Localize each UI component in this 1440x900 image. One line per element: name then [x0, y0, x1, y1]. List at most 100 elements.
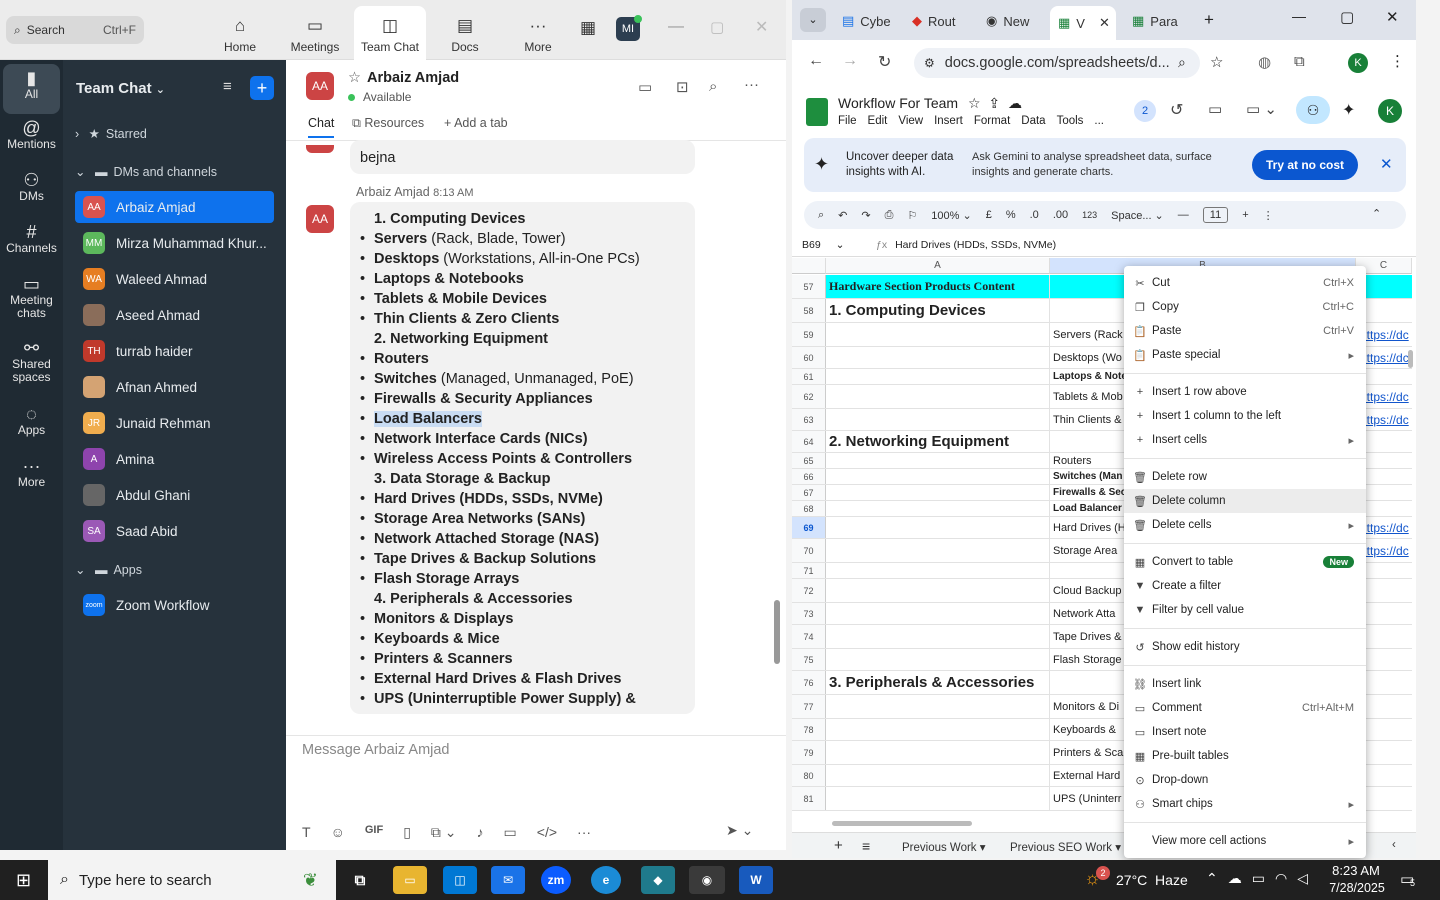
menu-item-delete-cells[interactable]: 🗑 Delete cells ▸: [1124, 513, 1366, 537]
currency-button[interactable]: £: [986, 209, 992, 221]
cell-a[interactable]: [826, 765, 1050, 786]
contact-item[interactable]: Afnan Ahmed: [75, 371, 274, 403]
zoom-lens-icon[interactable]: ⌕: [1178, 54, 1186, 71]
contact-item[interactable]: SA Saad Abid: [75, 515, 274, 547]
meet-icon[interactable]: ▭ ⌄: [1246, 100, 1277, 118]
zoom-app-icon[interactable]: zm: [541, 866, 571, 894]
row-number[interactable]: 79: [792, 741, 826, 764]
row-number[interactable]: 73: [792, 603, 826, 624]
cell-a[interactable]: [826, 501, 1050, 516]
menu-file[interactable]: File: [838, 115, 857, 127]
share-screen-icon[interactable]: ⊡: [676, 78, 689, 96]
menu-edit[interactable]: Edit: [868, 115, 888, 127]
cell-a[interactable]: 3. Peripherals & Accessories: [826, 671, 1050, 694]
menu-format[interactable]: Format: [974, 115, 1010, 127]
cell-a[interactable]: [826, 719, 1050, 740]
share-button[interactable]: ⚇: [1296, 96, 1330, 124]
new-tab-icon[interactable]: +: [1204, 10, 1214, 30]
corner-cell[interactable]: [792, 258, 826, 274]
name-box[interactable]: B69 ⌄: [802, 239, 862, 251]
message-input[interactable]: Message Arbaiz Amjad: [302, 742, 450, 758]
menu-item-insert-note[interactable]: ▭ Insert note: [1124, 720, 1366, 744]
menu-tools[interactable]: Tools: [1057, 115, 1084, 127]
video-call-icon[interactable]: ▭: [638, 78, 652, 96]
cell-a[interactable]: [826, 579, 1050, 602]
search-icon[interactable]: ⌕: [709, 78, 717, 95]
wifi-icon[interactable]: ◠: [1275, 870, 1287, 887]
tab-chat[interactable]: Chat: [308, 116, 335, 138]
more-tools-icon[interactable]: ⋮: [1263, 209, 1274, 222]
menu-item-pre-built-tables[interactable]: ▦ Pre-built tables: [1124, 744, 1366, 768]
row-number[interactable]: 80: [792, 765, 826, 786]
row-number[interactable]: 66: [792, 469, 826, 484]
message-avatar[interactable]: AA: [306, 205, 334, 233]
chat-header-avatar[interactable]: AA: [306, 72, 334, 100]
horizontal-scrollbar[interactable]: [832, 821, 972, 826]
contact-item[interactable]: WA Waleed Ahmad: [75, 263, 274, 295]
menu-item-show-edit-history[interactable]: ↺ Show edit history: [1124, 635, 1366, 659]
tab-team-chat[interactable]: ◫ Team Chat: [354, 6, 426, 60]
row-number[interactable]: 57: [792, 275, 826, 298]
percent-button[interactable]: %: [1006, 209, 1016, 221]
rail-all[interactable]: ▮ All: [3, 64, 60, 114]
cloud-icon[interactable]: ☁: [1008, 95, 1022, 111]
store-icon[interactable]: ◫: [443, 866, 477, 894]
formula-bar[interactable]: ƒx Hard Drives (HDDs, SSDs, NVMe): [876, 239, 1056, 251]
tab-add[interactable]: + Add a tab: [444, 116, 508, 130]
try-button[interactable]: Try at no cost: [1252, 150, 1358, 180]
cell-a[interactable]: [826, 787, 1050, 810]
doc-title[interactable]: Workflow For Team ☆ ⇪ ☁: [838, 95, 1022, 112]
star-outline-icon[interactable]: ☆: [968, 95, 981, 111]
menu-item-copy[interactable]: ❐ Copy Ctrl+C: [1124, 295, 1366, 319]
font-size-input[interactable]: 11: [1202, 207, 1229, 223]
menu-item-paste-special[interactable]: 📋 Paste special ▸: [1124, 343, 1366, 367]
menu-item-insert-1-row-above[interactable]: + Insert 1 row above: [1124, 380, 1366, 404]
row-number[interactable]: 67: [792, 485, 826, 500]
cell-a[interactable]: Hardware Section Products Content: [826, 275, 1050, 298]
app-icon[interactable]: ◆: [641, 866, 675, 894]
code-icon[interactable]: </>: [537, 824, 557, 841]
minimize-icon[interactable]: —: [1292, 8, 1306, 24]
vertical-scrollbar[interactable]: [1408, 350, 1413, 368]
windows-start-icon[interactable]: ⊞: [16, 870, 31, 891]
address-bar[interactable]: ⚙ docs.google.com/spreadsheets/d...: [914, 48, 1200, 78]
browser-tab-4[interactable]: ▦ V ✕: [1050, 6, 1116, 40]
battery-icon[interactable]: ▭: [1252, 870, 1265, 887]
sheets-logo-icon[interactable]: [806, 98, 828, 126]
collaborator-count[interactable]: 2: [1134, 100, 1156, 122]
contact-item[interactable]: TH turrab haider: [75, 335, 274, 367]
row-number[interactable]: 62: [792, 385, 826, 408]
mail-icon[interactable]: ✉: [491, 866, 525, 894]
increase-decimal-button[interactable]: .00: [1053, 209, 1068, 221]
row-number[interactable]: 61: [792, 369, 826, 384]
chat-scrollbar[interactable]: [774, 600, 780, 664]
tab-docs[interactable]: ▤ Docs: [430, 6, 500, 60]
menu-item-cut[interactable]: ✂ Cut Ctrl+X: [1124, 271, 1366, 295]
all-sheets-icon[interactable]: ≡: [862, 838, 870, 854]
app-zoom-workflow[interactable]: zoom Zoom Workflow: [75, 589, 274, 621]
menu-item-drop-down[interactable]: ⊙ Drop-down: [1124, 768, 1366, 792]
menu-item-convert-to-table[interactable]: ▦ Convert to table New: [1124, 550, 1366, 574]
zoom-select[interactable]: 100% ⌄: [931, 209, 971, 222]
menu-item-comment[interactable]: ▭ Comment Ctrl+Alt+M: [1124, 696, 1366, 720]
screenshot-icon[interactable]: ⧉ ⌄: [431, 824, 457, 841]
menu-item-insert-link[interactable]: ⛓ Insert link: [1124, 672, 1366, 696]
row-number[interactable]: 69: [792, 517, 826, 538]
row-number[interactable]: 68: [792, 501, 826, 516]
contact-item[interactable]: Abdul Ghani: [75, 479, 274, 511]
close-tab-icon[interactable]: ✕: [1099, 15, 1110, 31]
cell-a[interactable]: [826, 409, 1050, 430]
cell-a[interactable]: [826, 369, 1050, 384]
contact-item[interactable]: MM Mirza Muhammad Khur...: [75, 227, 274, 259]
contact-item[interactable]: AA Arbaiz Amjad: [75, 191, 274, 223]
browser-tab-2[interactable]: ◆ Rout: [904, 8, 970, 34]
menu-item-paste[interactable]: 📋 Paste Ctrl+V: [1124, 319, 1366, 343]
comment-icon[interactable]: ▭: [1208, 100, 1222, 118]
move-icon[interactable]: ⇪: [988, 95, 1000, 111]
search-menus-icon[interactable]: ⌕: [818, 209, 824, 222]
menu-view[interactable]: View: [898, 115, 923, 127]
cell-a[interactable]: [826, 539, 1050, 562]
cell-a[interactable]: [826, 517, 1050, 538]
send-icon[interactable]: ➤ ⌄: [726, 822, 753, 839]
cell-a[interactable]: [826, 385, 1050, 408]
